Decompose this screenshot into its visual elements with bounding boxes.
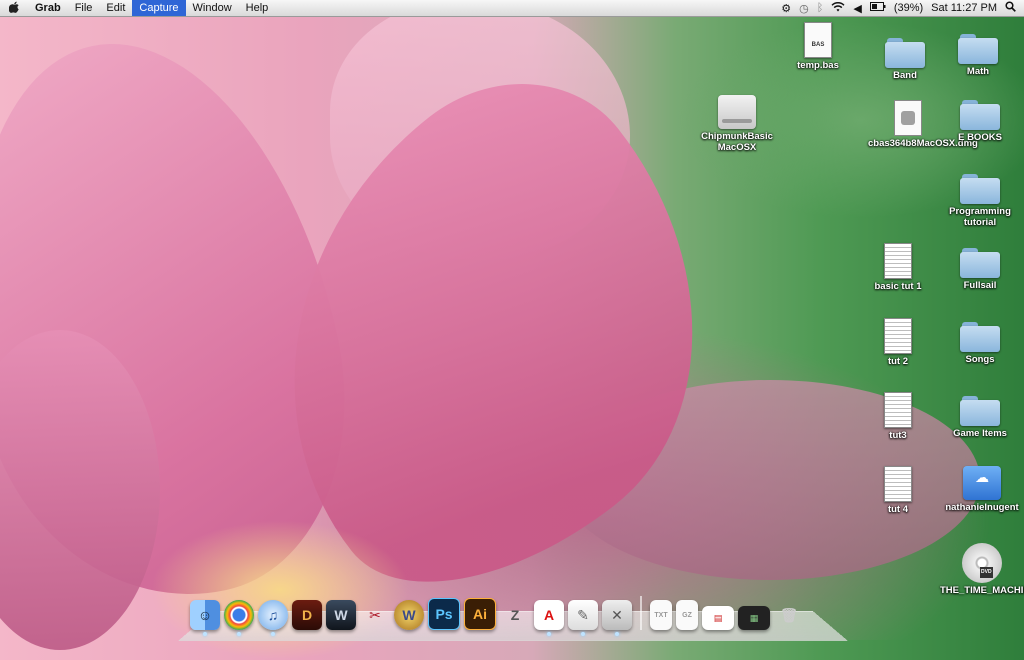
dock-finder-icon[interactable]: ☺ — [190, 600, 220, 636]
dock-separator — [640, 596, 642, 630]
desktop-item-songs[interactable]: Songs — [940, 322, 1020, 365]
apple-menu-icon[interactable] — [0, 1, 28, 16]
desktop-item-label: cbas364b8MacOSX.dmg — [868, 138, 978, 149]
folder-icon — [960, 100, 1000, 130]
desktop-item-label: basic tut 1 — [874, 281, 922, 292]
text-document-icon — [884, 392, 912, 428]
wifi-icon[interactable] — [831, 1, 845, 15]
desktop-item-ebooks[interactable]: E BOOKS — [940, 100, 1020, 143]
dock-archive-icon[interactable]: GZ — [676, 600, 698, 630]
desktop-item-label: Songs — [965, 354, 995, 365]
desktop-item-basic-tut-1[interactable]: basic tut 1 — [858, 243, 938, 292]
dock-illustrator-icon[interactable]: Ai — [464, 598, 496, 630]
dvd-disc-icon: DVD — [962, 543, 1002, 583]
dock-diablo-icon[interactable]: D — [292, 600, 322, 630]
volume-icon[interactable]: ◀ — [853, 2, 861, 15]
dock-trash-icon[interactable]: 🗑 — [774, 600, 804, 630]
folder-icon — [958, 34, 998, 64]
text-document-icon — [884, 243, 912, 279]
dock-tool-icon[interactable]: ✂ — [360, 600, 390, 630]
dock-chrome-icon[interactable]: ◉ — [224, 600, 254, 636]
desktop-item-math[interactable]: Math — [938, 34, 1018, 77]
desktop-item-label: tut3 — [889, 430, 907, 441]
desktop-item-label: Programming tutorial — [949, 206, 1011, 228]
dock-wow-icon[interactable]: W — [394, 600, 424, 630]
text-document-icon — [884, 318, 912, 354]
cloud-drive-icon: ☁ — [963, 466, 1001, 500]
menu-bar: Grab File Edit Capture Window Help ⚙ ◷ ᛒ… — [0, 0, 1024, 17]
dock: ☺ ◉ ♫ D W ✂ W Ps Ai Z A ✎ ✕ TXT GZ ▤ ▦ 🗑 — [190, 594, 804, 636]
desktop-item-label: Band — [893, 70, 917, 81]
dock-itunes-icon[interactable]: ♫ — [258, 600, 288, 636]
desktop-item-game-items[interactable]: Game Items — [940, 396, 1020, 439]
desktop-item-label: Game Items — [953, 428, 1007, 439]
dock-stack-icon[interactable]: ▤ — [702, 606, 734, 630]
folder-icon — [885, 38, 925, 68]
desktop-item-fullsail[interactable]: Fullsail — [940, 248, 1020, 291]
disk-image-drive-icon — [718, 95, 756, 129]
dmg-file-icon — [894, 100, 922, 136]
desktop-item-label: Math — [966, 66, 990, 77]
menu-file[interactable]: File — [68, 0, 100, 16]
desktop-item-label: E BOOKS — [958, 132, 1002, 143]
menu-window[interactable]: Window — [186, 0, 239, 16]
folder-icon — [960, 396, 1000, 426]
desktop-item-time-machine-dvd[interactable]: DVD THE_TIME_MACHINE — [940, 543, 1024, 596]
dock-utility-icon[interactable]: ✕ — [602, 600, 632, 636]
desktop-item-label: THE_TIME_MACHINE — [940, 585, 1024, 596]
dock-document-icon[interactable]: TXT — [650, 600, 672, 630]
desktop-item-label: tut 4 — [887, 504, 909, 515]
desktop-item-tut-4[interactable]: tut 4 — [858, 466, 938, 515]
menu-help[interactable]: Help — [239, 0, 276, 16]
menu-capture[interactable]: Capture — [132, 0, 186, 16]
bluetooth-icon[interactable]: ᛒ — [817, 2, 824, 14]
folder-icon — [960, 248, 1000, 278]
time-machine-icon[interactable]: ◷ — [799, 2, 809, 15]
dock-screenshots-stack-icon[interactable]: ▦ — [738, 606, 770, 630]
battery-icon[interactable] — [869, 2, 886, 14]
text-document-icon — [884, 466, 912, 502]
desktop-item-label: Fullsail — [963, 280, 997, 291]
dock-preview-icon[interactable]: ✎ — [568, 600, 598, 636]
menu-edit[interactable]: Edit — [99, 0, 132, 16]
battery-percent: (39%) — [893, 2, 924, 14]
desktop-item-label: ChipmunkBasic MacOSX — [701, 131, 773, 153]
desktop-item-cbas-dmg[interactable]: cbas364b8MacOSX.dmg — [868, 100, 978, 149]
dock-photoshop-icon[interactable]: Ps — [428, 598, 460, 630]
desktop-item-nathanielnugent[interactable]: ☁ nathanielnugent — [940, 466, 1024, 513]
desktop-item-tut3[interactable]: tut3 — [858, 392, 938, 441]
desktop-item-label: temp.bas — [797, 60, 839, 71]
desktop-item-programming-tutorial[interactable]: Programming tutorial — [940, 174, 1020, 228]
desktop-item-label: tut 2 — [887, 356, 909, 367]
desktop-item-band[interactable]: Band — [865, 38, 945, 81]
dock-warcraft-icon[interactable]: W — [326, 600, 356, 630]
dock-zbrush-icon[interactable]: Z — [500, 600, 530, 630]
menu-clock[interactable]: Sat 11:27 PM — [931, 2, 997, 14]
gear-status-icon[interactable]: ⚙ — [781, 2, 791, 15]
spotlight-search-icon[interactable] — [1005, 1, 1016, 15]
desktop-item-tut-2[interactable]: tut 2 — [858, 318, 938, 367]
desktop-item-temp-bas[interactable]: BAS temp.bas — [778, 22, 858, 71]
desktop-item-label: nathanielnugent — [945, 502, 1019, 513]
bas-file-icon: BAS — [804, 22, 832, 58]
menu-grab[interactable]: Grab — [28, 0, 68, 16]
folder-icon — [960, 174, 1000, 204]
dock-acrobat-icon[interactable]: A — [534, 600, 564, 636]
folder-icon — [960, 322, 1000, 352]
desktop-item-chipmunk-basic[interactable]: ChipmunkBasic MacOSX — [697, 95, 777, 153]
